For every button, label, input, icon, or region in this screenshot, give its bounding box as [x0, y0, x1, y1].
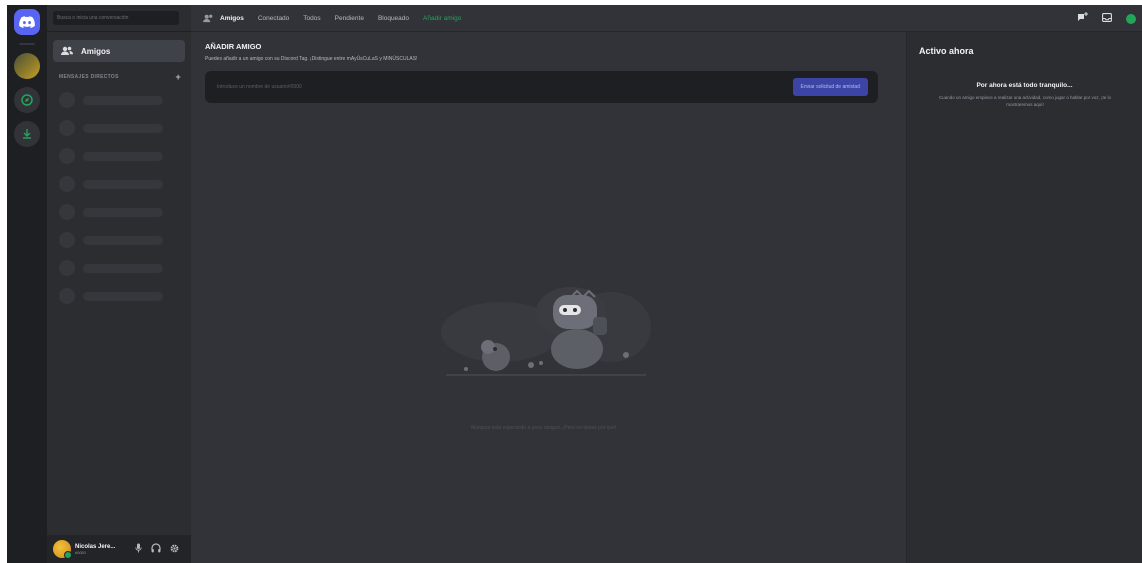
- add-friend-description: Puedes añadir a un amigo con su Discord …: [205, 56, 418, 62]
- discord-window: Amigos MENSAJES DIRECTOS + Nicolas Jere.…: [7, 5, 1142, 563]
- friends-title-label: Amigos: [220, 14, 244, 22]
- main-panel: Amigos Conectado Todos Pendiente Bloquea…: [191, 5, 1142, 563]
- empty-state-text: Wumpus está esperando a unos amigos. ¡Pe…: [470, 425, 617, 431]
- add-friend-title: AÑADIR AMIGO: [205, 42, 262, 51]
- active-now-description: Cuando un amigo empiece a realizar una a…: [938, 95, 1112, 107]
- username-input[interactable]: [215, 83, 619, 91]
- active-now-subtitle: Por ahora está todo tranquilo...: [976, 82, 1073, 89]
- microphone-icon[interactable]: [131, 543, 145, 555]
- dm-placeholder: [59, 287, 179, 305]
- dm-placeholder: [59, 91, 179, 109]
- settings-gear-icon[interactable]: [167, 544, 181, 555]
- user-tag: #0001: [75, 549, 87, 555]
- search-bar: [47, 5, 191, 32]
- tab-all[interactable]: Todos: [303, 15, 320, 22]
- avatar[interactable]: [53, 540, 72, 559]
- send-friend-request-button[interactable]: Enviar solicitud de amistad: [792, 78, 868, 96]
- new-group-dm-icon[interactable]: [1077, 12, 1088, 25]
- friends-icon: [61, 46, 73, 55]
- add-friend-panel: AÑADIR AMIGO Puedes añadir a un amigo co…: [191, 32, 906, 563]
- help-icon[interactable]: [1126, 13, 1136, 24]
- inbox-icon[interactable]: [1102, 12, 1112, 25]
- tab-pending[interactable]: Pendiente: [335, 15, 364, 22]
- search-input[interactable]: [53, 11, 179, 25]
- user-info[interactable]: Nicolas Jere... #0001: [75, 544, 127, 555]
- dm-placeholder: [59, 175, 179, 193]
- tab-blocked[interactable]: Bloqueado: [378, 15, 409, 22]
- dm-header: MENSAJES DIRECTOS +: [59, 72, 181, 82]
- dm-sidebar: Amigos MENSAJES DIRECTOS + Nicolas Jere.…: [47, 5, 191, 563]
- explore-servers-icon[interactable]: [14, 87, 40, 113]
- content-area: AÑADIR AMIGO Puedes añadir a un amigo co…: [191, 32, 1142, 563]
- download-apps-icon[interactable]: [14, 121, 40, 147]
- dm-placeholder: [59, 119, 179, 137]
- friends-topbar: Amigos Conectado Todos Pendiente Bloquea…: [191, 5, 1142, 32]
- sidebar-item-label: Amigos: [81, 46, 111, 56]
- create-dm-button[interactable]: +: [175, 72, 181, 82]
- user-panel: Nicolas Jere... #0001: [47, 535, 191, 563]
- discord-home-icon[interactable]: [14, 9, 40, 35]
- tab-add-friend[interactable]: Añadir amigo: [423, 15, 461, 22]
- headphones-icon[interactable]: [149, 543, 163, 555]
- active-now-panel: Activo ahora Por ahora está todo tranqui…: [906, 32, 1142, 563]
- dm-placeholder: [59, 203, 179, 221]
- server-separator: [19, 43, 35, 45]
- add-friend-form: Enviar solicitud de amistad: [205, 71, 878, 103]
- friends-icon: [203, 14, 213, 22]
- active-now-title: Activo ahora: [919, 46, 974, 56]
- dm-placeholder: [59, 147, 179, 165]
- friends-title: Amigos: [203, 14, 244, 23]
- wumpus-illustration: [441, 287, 651, 376]
- server-icon[interactable]: [14, 53, 40, 79]
- dm-header-label: MENSAJES DIRECTOS: [59, 74, 119, 80]
- dm-placeholder: [59, 259, 179, 277]
- dm-placeholder: [59, 231, 179, 249]
- tab-online[interactable]: Conectado: [258, 15, 289, 22]
- sidebar-item-friends[interactable]: Amigos: [53, 40, 185, 62]
- server-rail: [7, 5, 47, 563]
- topbar-actions: [1077, 12, 1136, 25]
